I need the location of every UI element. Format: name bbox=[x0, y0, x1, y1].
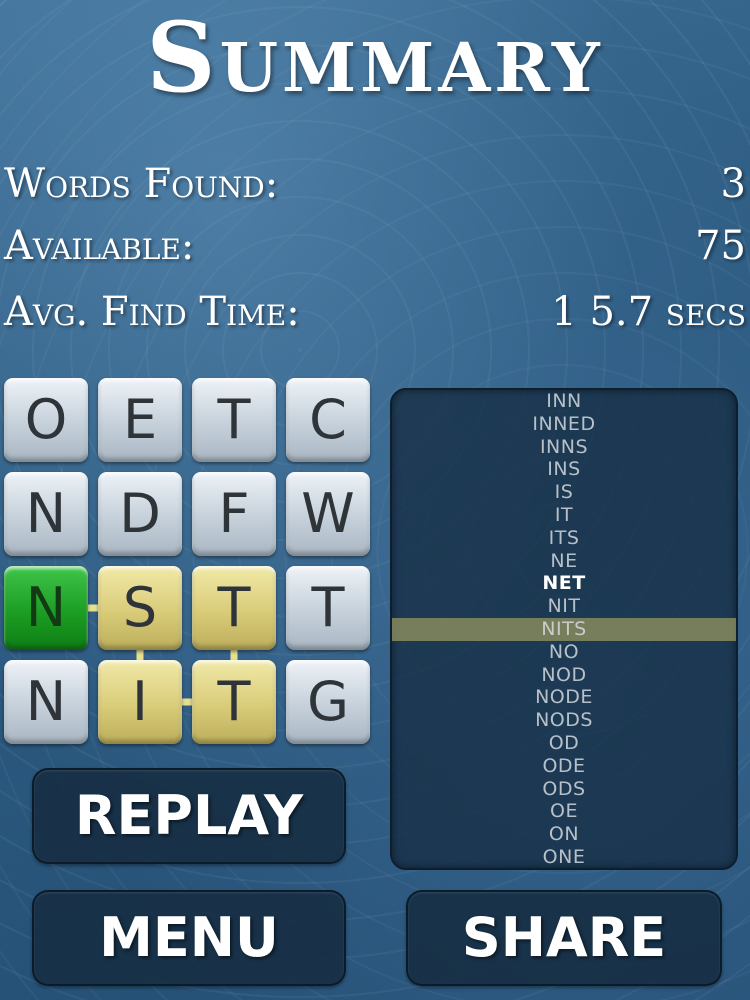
word-list-item: NET bbox=[542, 572, 586, 595]
avg-find-time-row: Avg. Find Time: 1 5.7 secs bbox=[0, 284, 750, 340]
letter-tile[interactable]: O bbox=[4, 378, 88, 462]
letter-tile[interactable]: N bbox=[4, 660, 88, 744]
word-list-item: IT bbox=[554, 503, 574, 526]
word-list-item: INNED bbox=[532, 412, 596, 435]
word-list-item: OE bbox=[550, 800, 578, 823]
word-list-item: ITS bbox=[548, 526, 580, 549]
letter-tile[interactable]: T bbox=[286, 566, 370, 650]
word-list-item: NODE bbox=[535, 686, 593, 709]
share-button[interactable]: SHARE bbox=[406, 890, 722, 986]
word-list-item: INNS bbox=[539, 435, 589, 458]
words-found-value: 3 bbox=[720, 161, 746, 207]
word-list-item: NO bbox=[548, 640, 580, 663]
word-list-item: ODE bbox=[542, 754, 586, 777]
letter-grid: OETCNDFWNSTTNITG bbox=[4, 378, 372, 746]
word-list-item: NIT bbox=[547, 595, 581, 618]
letter-tile[interactable]: T bbox=[192, 660, 276, 744]
letter-tile[interactable]: T bbox=[192, 378, 276, 462]
word-list-panel[interactable]: INN INNED INNS INS IS IT ITS NE NET NIT NITS NO NOD N… bbox=[390, 388, 738, 870]
word-list-item: IS bbox=[554, 481, 574, 504]
word-list-item: ODS bbox=[542, 777, 586, 800]
letter-tile[interactable]: N bbox=[4, 472, 88, 556]
letter-tile[interactable]: E bbox=[98, 378, 182, 462]
word-list-item: NODS bbox=[535, 709, 593, 732]
avg-find-time-label: Avg. Find Time: bbox=[4, 289, 300, 335]
letter-tile[interactable]: W bbox=[286, 472, 370, 556]
page-title: Summary bbox=[146, 1, 604, 114]
words-found-row: Words Found: 3 bbox=[0, 156, 750, 212]
words-found-label: Words Found: bbox=[4, 161, 279, 207]
letter-tile[interactable]: N bbox=[4, 566, 88, 650]
available-label: Available: bbox=[4, 223, 195, 269]
avg-find-time-value: 1 5.7 secs bbox=[551, 289, 746, 335]
word-list-item: NOD bbox=[541, 663, 587, 686]
letter-tile[interactable]: D bbox=[98, 472, 182, 556]
menu-button[interactable]: MENU bbox=[32, 890, 346, 986]
letter-tile[interactable]: S bbox=[98, 566, 182, 650]
word-list-item: OD bbox=[548, 731, 580, 754]
letter-tile[interactable]: T bbox=[192, 566, 276, 650]
letter-tile[interactable]: I bbox=[98, 660, 182, 744]
letter-tile[interactable]: G bbox=[286, 660, 370, 744]
word-list: INN INNED INNS INS IS IT ITS NE NET NIT NITS NO NOD N… bbox=[392, 390, 736, 868]
available-row: Available: 75 bbox=[0, 218, 750, 274]
available-value: 75 bbox=[695, 223, 746, 269]
word-list-item: ONE bbox=[542, 845, 586, 868]
word-list-item: INN bbox=[546, 390, 582, 412]
word-list-item: NITS bbox=[392, 617, 736, 641]
letter-tile[interactable]: C bbox=[286, 378, 370, 462]
word-list-item: NE bbox=[550, 549, 578, 572]
word-list-item: INS bbox=[547, 458, 581, 481]
replay-button[interactable]: REPLAY bbox=[32, 768, 346, 864]
word-list-item: ON bbox=[548, 823, 580, 846]
letter-tile[interactable]: F bbox=[192, 472, 276, 556]
